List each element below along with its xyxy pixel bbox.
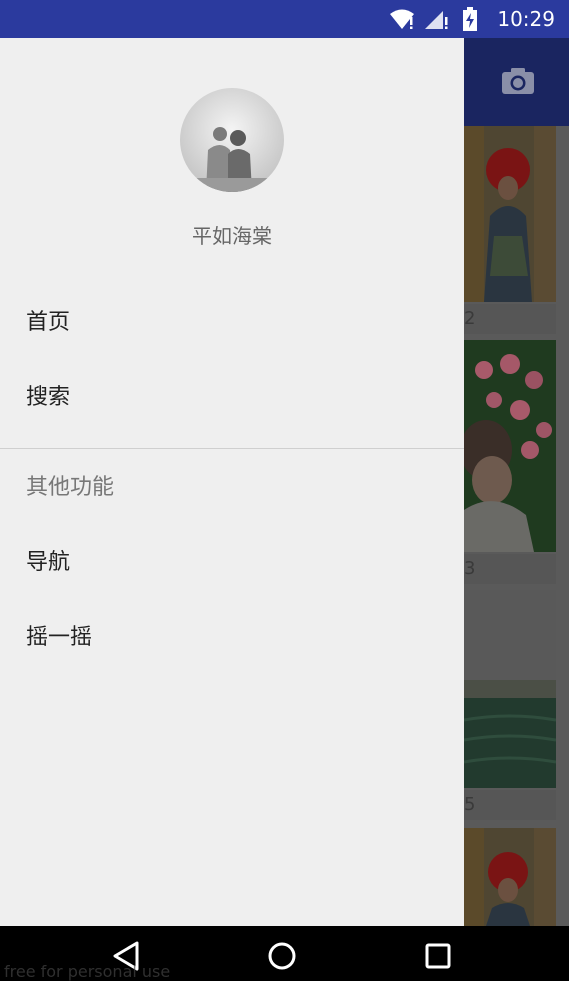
user-name: 平如海棠	[192, 224, 272, 248]
avatar-photo	[180, 88, 284, 192]
tile-number: 5	[464, 790, 556, 820]
recents-icon[interactable]	[418, 936, 458, 976]
camera-icon[interactable]	[498, 64, 538, 98]
photo-tile[interactable]	[464, 828, 556, 926]
tile-number: 3	[464, 554, 556, 584]
photo-tile[interactable]: 3	[464, 340, 556, 584]
photo-image	[464, 340, 556, 552]
menu-item-shake[interactable]: 摇一摇	[26, 618, 92, 658]
home-icon[interactable]	[262, 936, 302, 976]
photo-tile[interactable]: 5	[464, 590, 556, 824]
menu-divider	[0, 448, 464, 449]
menu-item-search[interactable]: 搜索	[26, 378, 70, 418]
status-time: 10:29	[497, 7, 555, 31]
photo-image	[464, 126, 556, 302]
wifi-icon	[389, 8, 415, 30]
tile-number: 2	[464, 304, 556, 334]
menu-item-home[interactable]: 首页	[26, 303, 70, 343]
navigation-drawer: 平如海棠 首页 搜索 其他功能 导航 摇一摇	[0, 38, 464, 926]
menu-item-navigation[interactable]: 导航	[26, 543, 70, 583]
photo-image	[464, 590, 556, 788]
status-bar: 10:29	[0, 0, 569, 38]
menu-section-title: 其他功能	[26, 475, 115, 500]
watermark-text: free for personal use	[4, 962, 171, 981]
battery-charging-icon	[457, 7, 483, 31]
photo-image	[464, 828, 556, 926]
photo-tile[interactable]: 2	[464, 126, 556, 334]
avatar[interactable]	[180, 88, 284, 192]
signal-icon	[423, 8, 449, 30]
